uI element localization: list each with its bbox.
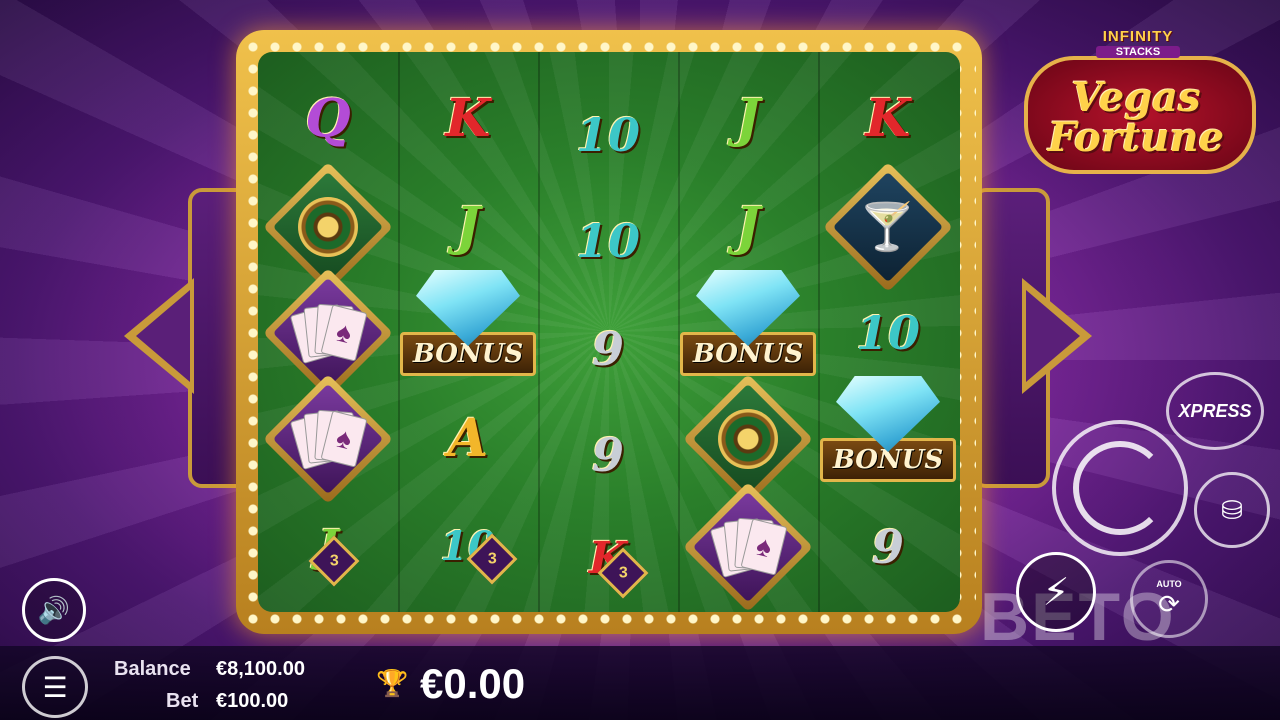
game-logo: INFINITY STACKS Vegas Fortune: [1020, 20, 1256, 174]
reel-5-symbol-2: 🍸: [818, 161, 958, 293]
reel-2-symbol-1: K: [398, 66, 538, 172]
reel-3-symbol-3: 9: [538, 296, 678, 402]
autoplay-button[interactable]: AUTO ⟳: [1130, 560, 1208, 638]
right-arrow-decoration: [1022, 278, 1092, 394]
xpress-button[interactable]: XPRESS: [1166, 372, 1264, 450]
reel-board: Q ♠ ♠ J 3 K J BONUS A 10 3: [258, 52, 960, 612]
reel-3-symbol-2: 10: [538, 188, 678, 294]
reel-3-symbol-1: 10: [538, 82, 678, 188]
reel-1-symbol-1: Q: [258, 66, 398, 172]
reel-4-symbol-4: [678, 373, 818, 505]
symbol-k: K: [445, 88, 491, 149]
reel-5-symbol-5: 9: [818, 494, 958, 600]
reel-1-symbol-5: J 3: [258, 494, 398, 600]
playing-cards-icon: ♠: [289, 409, 368, 470]
symbol-10: 10: [855, 306, 920, 360]
symbol-a: A: [447, 408, 489, 469]
balance-value: €8,100.00: [216, 658, 305, 680]
logo-fortune: Fortune: [1047, 114, 1225, 161]
win-amount: €0.00: [420, 660, 526, 707]
left-arrow-decoration: [124, 278, 194, 394]
reel-5-symbol-1: K: [818, 66, 958, 172]
logo-infinity: INFINITY: [1102, 28, 1174, 45]
symbol-j: J: [735, 88, 761, 149]
reel-5-bonus-symbol: BONUS: [818, 370, 958, 500]
symbol-9: 9: [871, 520, 904, 574]
reel-4-symbol-1: J: [678, 66, 818, 172]
reel-1-symbol-3: ♠: [258, 267, 398, 399]
balance-label: Balance: [114, 658, 191, 680]
symbol-9: 9: [591, 428, 624, 482]
roulette-icon: [718, 409, 778, 469]
symbol-10: 10: [575, 108, 640, 162]
playing-cards-icon: ♠: [289, 303, 368, 364]
lightning-icon: ⚡: [1042, 571, 1070, 614]
reel-3-symbol-5: K 3: [538, 506, 678, 612]
multiplier-badge: 3: [308, 535, 360, 587]
reel-3-symbol-4: 9: [538, 402, 678, 508]
reel-4-bonus-symbol: BONUS: [678, 264, 818, 394]
symbol-k: K: [865, 88, 911, 149]
reel-2-bonus-symbol: BONUS: [398, 264, 538, 394]
symbol-q: Q: [305, 88, 351, 149]
speaker-icon: 🔊: [37, 594, 71, 625]
reel-2-symbol-4: A: [398, 386, 538, 492]
reel-4-symbol-5: ♠: [678, 481, 818, 612]
bet-settings-button[interactable]: ⛁: [1194, 472, 1270, 548]
bet-value: €100.00: [216, 690, 289, 712]
coins-icon: ⛁: [1221, 494, 1243, 525]
symbol-9: 9: [591, 322, 624, 376]
sound-button[interactable]: 🔊: [22, 578, 86, 642]
autoplay-label: AUTO: [1156, 578, 1182, 589]
logo-stacks: STACKS: [1096, 46, 1180, 58]
reel-1-symbol-2: [258, 161, 398, 293]
reel-2-symbol-5: 10 3: [398, 494, 538, 600]
spin-icon: [1073, 441, 1167, 535]
symbol-10: 10: [575, 214, 640, 268]
playing-cards-icon: ♠: [709, 517, 788, 578]
bet-label: Bet: [166, 690, 199, 712]
autoplay-icon: ⟳: [1158, 588, 1180, 619]
turbo-button[interactable]: ⚡: [1016, 552, 1096, 632]
trophy-icon: 🏆: [376, 668, 409, 698]
roulette-icon: [298, 197, 358, 257]
martini-icon: 🍸: [859, 200, 917, 253]
spin-button[interactable]: [1052, 420, 1188, 556]
symbol-j: J: [735, 196, 761, 257]
menu-button[interactable]: ☰: [22, 656, 88, 718]
reel-1-symbol-4: ♠: [258, 373, 398, 505]
hamburger-icon: ☰: [42, 671, 68, 703]
symbol-j: J: [455, 196, 481, 257]
